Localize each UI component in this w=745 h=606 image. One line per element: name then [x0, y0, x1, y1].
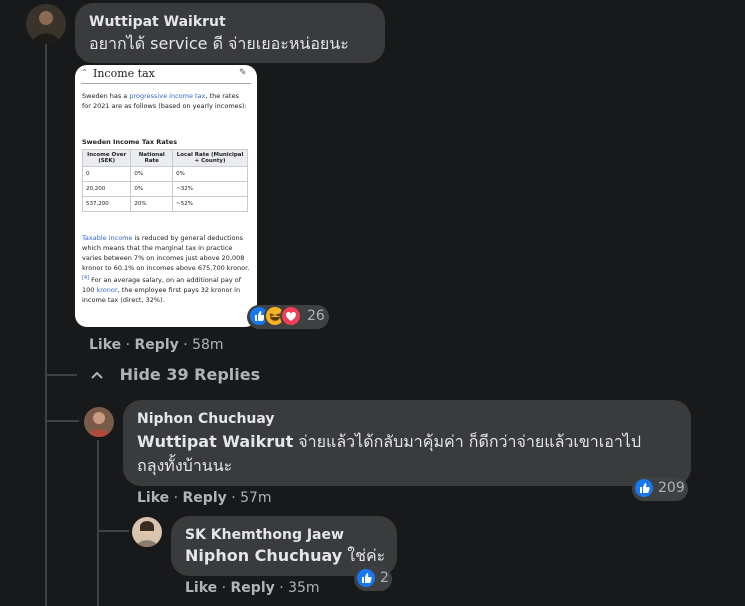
action-separator: ·: [183, 337, 188, 353]
thread-line-reply1: [97, 440, 99, 606]
table-header: Local Rate (Municipal + County): [172, 149, 248, 167]
thread-line-branch-reply2: [99, 530, 129, 532]
table-cell: 20%: [130, 196, 174, 212]
table-cell: 0%: [130, 166, 174, 182]
avatar-wuttipat[interactable]: [26, 4, 66, 44]
comment-timestamp[interactable]: 35m: [288, 580, 319, 596]
table-cell: 0%: [130, 181, 174, 197]
reply-actions: Like · Reply · 35m: [185, 580, 320, 596]
like-button[interactable]: Like: [137, 490, 169, 506]
like-button[interactable]: Like: [185, 580, 217, 596]
like-reaction-icon: [633, 477, 655, 499]
avatar-sk-khemthong[interactable]: [132, 517, 162, 547]
collapse-chevron-icon: ⌃: [81, 68, 88, 77]
comment-author[interactable]: Wuttipat Waikrut: [89, 14, 226, 30]
comment-text: อยากได้ service ดี จ่ายเยอะหน่อยนะ: [89, 34, 349, 53]
reply-author[interactable]: Niphon Chuchuay: [137, 411, 275, 427]
table-title: Sweden Income Tax Rates: [82, 138, 178, 146]
action-separator: ·: [125, 337, 131, 353]
reply-text-line1: จ่ายแล้วได้กลับมาคุ้มค่า ก็ดีกว่าจ่ายแล้…: [293, 432, 642, 451]
comment-image-attachment[interactable]: ⌃ Income tax ✎ Sweden has a progressive …: [75, 65, 257, 327]
table-cell: ~32%: [172, 181, 248, 197]
reply-actions: Like · Reply · 57m: [137, 490, 272, 506]
table-cell: 0%: [172, 166, 248, 182]
table-row: 0 0% 0%: [81, 166, 248, 182]
thread-line-main: [45, 44, 47, 606]
table-cell: 0: [81, 166, 132, 182]
reply-text: Wuttipat Waikrut จ่ายแล้วได้กลับมาคุ้มค่…: [137, 430, 641, 454]
table-cell: ~52%: [172, 196, 248, 212]
reply-text-line2: ถลุงทั้งบ้านนะ: [137, 456, 233, 475]
heading-rule: [81, 83, 251, 84]
action-separator: ·: [221, 580, 227, 596]
attachment-paragraph: Taxable income is reduced by general ded…: [82, 233, 250, 305]
table-cell: 20,200: [81, 181, 132, 197]
action-separator: ·: [279, 580, 284, 596]
reply-text-body: ใช่ค่ะ: [342, 546, 386, 565]
reply-button[interactable]: Reply: [231, 580, 275, 596]
hide-replies-toggle[interactable]: Hide 39 Replies: [90, 365, 260, 384]
edit-pencil-icon: ✎: [239, 68, 247, 78]
tax-rates-table: Income Over (SEK) National Rate Local Ra…: [81, 149, 248, 212]
thread-line-branch-toggle: [47, 374, 77, 376]
table-row: 20,200 0% ~32%: [81, 181, 248, 197]
reply-author[interactable]: SK Khemthong Jaew: [185, 527, 344, 543]
para-link2: kronor: [96, 286, 118, 295]
avatar-niphon[interactable]: [84, 407, 114, 437]
like-reaction-icon: [355, 567, 377, 589]
like-button[interactable]: Like: [89, 337, 121, 353]
mention-link[interactable]: Wuttipat Waikrut: [137, 432, 293, 451]
reply-button[interactable]: Reply: [183, 490, 227, 506]
table-header: National Rate: [130, 149, 174, 167]
reaction-count: 209: [658, 480, 685, 496]
attachment-intro: Sweden has a progressive income tax, the…: [82, 91, 248, 111]
table-cell: 537,200: [81, 196, 132, 212]
reaction-count: 2: [380, 570, 389, 586]
reply-button[interactable]: Reply: [135, 337, 179, 353]
action-separator: ·: [173, 490, 179, 506]
table-header-row: Income Over (SEK) National Rate Local Ra…: [81, 149, 248, 167]
hide-replies-label: Hide 39 Replies: [119, 365, 261, 384]
intro-link: progressive income tax: [129, 92, 206, 100]
chevron-up-icon: [90, 365, 108, 384]
comment-timestamp[interactable]: 58m: [192, 337, 223, 353]
action-separator: ·: [231, 490, 236, 506]
mention-link[interactable]: Niphon Chuchuay: [185, 546, 342, 565]
reaction-count: 26: [307, 308, 325, 324]
reply-text: Niphon Chuchuay ใช่ค่ะ: [185, 544, 385, 568]
table-row: 537,200 20% ~52%: [81, 196, 248, 212]
love-reaction-icon: [280, 305, 302, 327]
intro-pre: Sweden has a: [82, 92, 130, 100]
thread-line-branch-reply1: [47, 420, 79, 422]
comment-actions: Like · Reply · 58m: [89, 337, 224, 353]
comment-timestamp[interactable]: 57m: [240, 490, 271, 506]
attachment-heading: Income tax: [93, 67, 155, 80]
table-header: Income Over (SEK): [81, 149, 132, 167]
para-link: Taxable income: [82, 234, 133, 242]
